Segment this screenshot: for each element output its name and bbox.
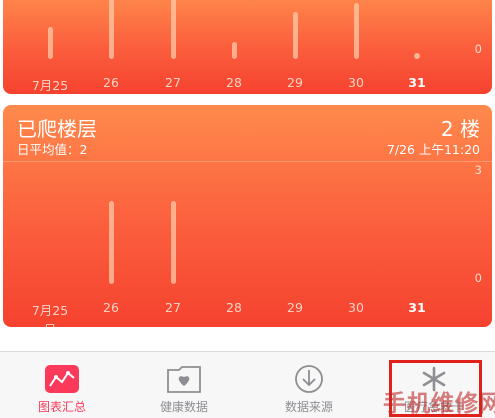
chart-bar [414,53,420,59]
latest-timestamp: 7/26 上午11:20 [386,142,480,157]
x-tick-label: 28 [226,75,242,90]
tab-label: 健康数据 [159,400,208,414]
tab-label: 数据来源 [284,400,333,414]
chart-bar [353,3,359,59]
watermark: 手机维修网 [383,391,495,417]
x-tick-label: 30 [348,75,364,90]
chart-bar [170,0,176,59]
daily-average: 日平均值：2 [17,142,88,157]
tab-chart-summary[interactable]: 图表汇总 [7,352,117,418]
header-divider [3,161,492,162]
x-tick-label: 27 [165,300,181,315]
x-tick-label: 7月25日 [31,303,69,327]
chart-bar [292,12,298,59]
x-tick-label: 26 [103,300,119,315]
x-tick-label: 27 [165,75,181,90]
data-sources-download-icon [295,365,323,393]
latest-value: 2 楼 [440,117,480,141]
activity-chart-card-top[interactable]: 0 7月25日 26 27 28 29 30 31 [3,0,492,94]
tab-data-sources[interactable]: 数据来源 [254,352,364,418]
health-data-folder-icon [167,366,201,393]
x-tick-label: 29 [287,75,303,90]
chart-bar [47,27,53,59]
tab-label: 图表汇总 [37,400,86,414]
y-tick-zero: 0 [474,271,482,285]
y-tick-zero: 0 [474,42,482,56]
chart-bar [231,42,237,59]
tab-health-data[interactable]: 健康数据 [129,352,239,418]
x-tick-label: 26 [103,75,119,90]
y-tick-max: 3 [474,163,482,177]
x-tick-label: 29 [287,300,303,315]
chart-summary-icon [45,365,79,393]
chart-bar [108,201,114,284]
chart-bar [170,201,176,284]
x-tick-label: 7月25日 [31,78,69,93]
x-tick-label: 31 [408,300,426,315]
chart-bar [108,0,114,59]
x-tick-label: 30 [348,300,364,315]
card-title: 已爬楼层 [17,117,97,141]
content-spacer [0,332,495,351]
x-tick-label: 31 [408,75,426,90]
floors-climbed-card[interactable]: 已爬楼层 日平均值：2 2 楼 7/26 上午11:20 3 0 7月25日 26… [3,105,492,327]
x-tick-label: 28 [226,300,242,315]
